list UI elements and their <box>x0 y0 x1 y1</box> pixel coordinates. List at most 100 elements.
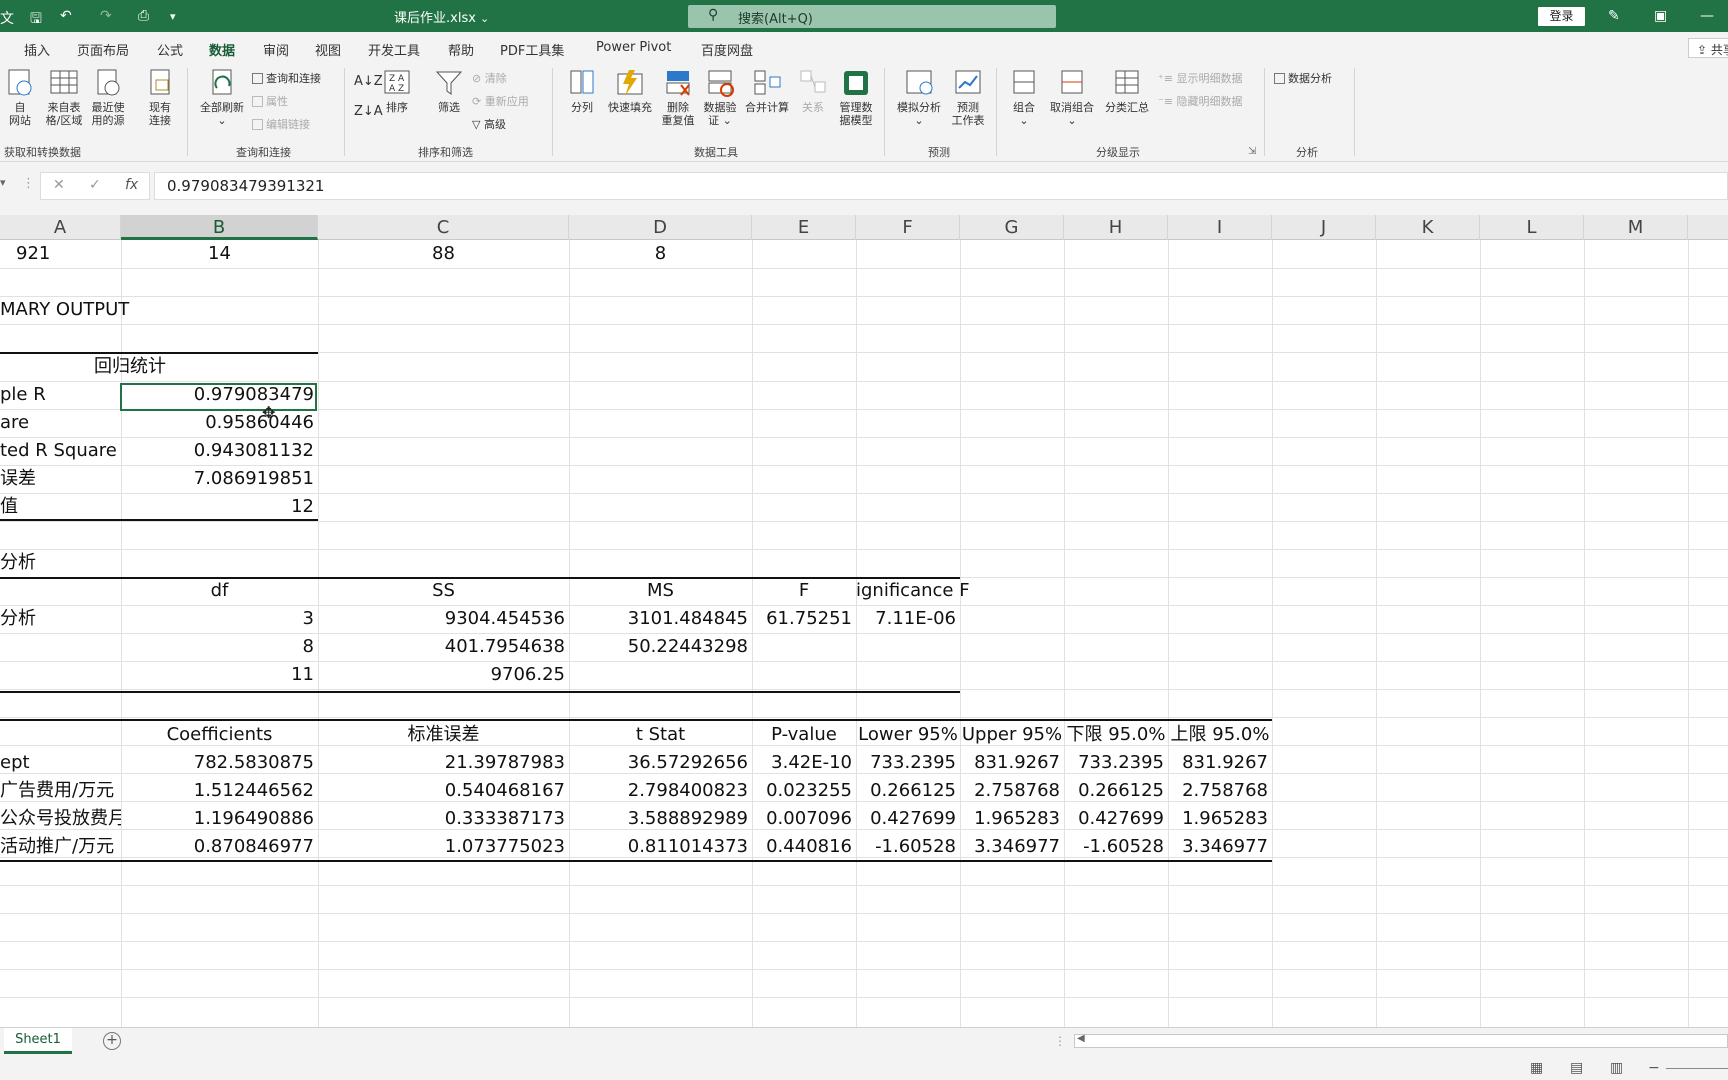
stat-label[interactable]: 误差 <box>0 465 36 493</box>
coef-std-error[interactable]: 0.333387173 <box>318 805 565 833</box>
coef-header-lower-95[interactable]: Lower 95% <box>856 721 960 749</box>
anova-ss[interactable]: 401.7954638 <box>318 633 565 661</box>
consolidate-button[interactable]: 合并计算 <box>742 68 792 114</box>
coef-value[interactable]: 0.870846977 <box>121 833 314 861</box>
coef-lower-95-0[interactable]: -1.60528 <box>1064 833 1164 861</box>
column-header-d[interactable]: D <box>569 215 752 240</box>
from-table-button[interactable]: 来自表 格/区域 <box>42 68 86 127</box>
coef-upper-95[interactable]: 3.346977 <box>960 833 1060 861</box>
login-button[interactable]: 登录 <box>1538 7 1585 26</box>
anova-f[interactable]: 61.75251 <box>752 605 852 633</box>
coef-row-label[interactable]: 活动推广/万元 <box>0 833 121 861</box>
customize-qat-icon[interactable]: ▾ <box>170 10 176 23</box>
tab-view[interactable]: 视图 <box>315 40 341 59</box>
coef-std-error[interactable]: 1.073775023 <box>318 833 565 861</box>
stat-value[interactable]: 0.943081132 <box>121 437 314 465</box>
coef-header-t-stat[interactable]: t Stat <box>569 721 752 749</box>
summary-output-label[interactable]: MARY OUTPUT <box>0 296 129 324</box>
ungroup-button[interactable]: 取消组合 ⌄ <box>1046 68 1098 127</box>
what-if-analysis-button[interactable]: 模拟分析 ⌄ <box>892 68 946 127</box>
zoom-out-icon[interactable]: − <box>1648 1060 1660 1076</box>
coef-upper-95[interactable]: 1.965283 <box>960 805 1060 833</box>
coef-value[interactable]: 1.512446562 <box>121 777 314 805</box>
print-icon[interactable]: ⎙ <box>138 8 149 24</box>
save-icon[interactable]: 🖫 <box>30 8 42 32</box>
from-web-button[interactable]: 自 网站 <box>4 68 36 127</box>
pen-icon[interactable]: ✎ <box>1608 8 1620 24</box>
column-header-f[interactable]: F <box>856 215 960 240</box>
coef-row-label[interactable]: 公众号投放费月 <box>0 805 121 833</box>
anova-header-ss[interactable]: SS <box>318 577 569 605</box>
coef-lower-95[interactable]: 733.2395 <box>856 749 956 777</box>
add-sheet-icon[interactable]: + <box>103 1032 121 1050</box>
dialog-launcher-icon[interactable]: ⇲ <box>1248 146 1256 157</box>
minimize-icon[interactable]: — <box>1700 8 1714 24</box>
formula-input[interactable]: 0.979083479391321 <box>154 172 1728 200</box>
anova-ss[interactable]: 9304.454536 <box>318 605 565 633</box>
search-box[interactable]: ⚲ 搜索(Alt+Q) <box>688 5 1056 28</box>
sheet-tab-sheet1[interactable]: Sheet1 <box>4 1028 72 1054</box>
group-button[interactable]: 组合 ⌄ <box>1006 68 1042 127</box>
tab-formulas[interactable]: 公式 <box>157 40 183 59</box>
undo-icon[interactable]: ↶ <box>60 8 72 24</box>
coef-header-upper-95-0[interactable]: 上限 95.0% <box>1168 721 1272 749</box>
coef-value[interactable]: 782.5830875 <box>121 749 314 777</box>
anova-header-significance[interactable]: ignificance F <box>856 577 970 605</box>
coef-lower-95[interactable]: 0.266125 <box>856 777 956 805</box>
relationships-button[interactable]: 关系 <box>796 68 830 114</box>
horizontal-scrollbar[interactable]: ◀ <box>1074 1033 1728 1048</box>
column-header-l[interactable]: L <box>1480 215 1584 240</box>
anova-ms[interactable]: 3101.484845 <box>569 605 748 633</box>
tab-baidu-netdisk[interactable]: 百度网盘 <box>701 40 753 59</box>
coef-p-value[interactable]: 0.440816 <box>752 833 852 861</box>
page-layout-view-icon[interactable]: ▤ <box>1570 1060 1583 1076</box>
coef-lower-95-0[interactable]: 0.427699 <box>1064 805 1164 833</box>
coef-lower-95-0[interactable]: 733.2395 <box>1064 749 1164 777</box>
clear-filter-button[interactable]: ⊘ 清除 <box>472 70 507 86</box>
anova-header-f[interactable]: F <box>752 577 856 605</box>
text-to-columns-button[interactable]: 分列 <box>564 68 600 114</box>
anova-ss[interactable]: 9706.25 <box>318 661 565 689</box>
coef-upper-95-0[interactable]: 2.758768 <box>1168 777 1268 805</box>
tab-developer[interactable]: 开发工具 <box>368 40 420 59</box>
coef-std-error[interactable]: 0.540468167 <box>318 777 565 805</box>
tab-split-handle-icon[interactable]: ⋮ <box>1054 1034 1066 1048</box>
hide-detail-button[interactable]: ⁻≡ 隐藏明细数据 <box>1158 93 1243 109</box>
edit-links-button[interactable]: 编辑链接 <box>252 116 310 132</box>
coef-row-label[interactable]: ept <box>0 749 30 777</box>
coef-header-lower-95-0[interactable]: 下限 95.0% <box>1064 721 1168 749</box>
queries-connections-button[interactable]: 查询和连接 <box>252 70 321 86</box>
file-name[interactable]: 课后作业.xlsx ⌄ <box>394 7 489 26</box>
anova-df[interactable]: 8 <box>121 633 314 661</box>
coef-t-stat[interactable]: 2.798400823 <box>569 777 748 805</box>
coef-upper-95-0[interactable]: 3.346977 <box>1168 833 1268 861</box>
anova-header-ms[interactable]: MS <box>569 577 752 605</box>
stat-label[interactable]: ted R Square <box>0 437 117 465</box>
coef-upper-95-0[interactable]: 1.965283 <box>1168 805 1268 833</box>
anova-row-label[interactable]: 分析 <box>0 605 36 633</box>
name-box-dropdown-icon[interactable]: ▾ <box>0 176 6 189</box>
coef-upper-95[interactable]: 2.758768 <box>960 777 1060 805</box>
coef-t-stat[interactable]: 3.588892989 <box>569 805 748 833</box>
column-header-h[interactable]: H <box>1064 215 1168 240</box>
stat-value[interactable]: 7.086919851 <box>121 465 314 493</box>
coef-std-error[interactable]: 21.39787983 <box>318 749 565 777</box>
column-header-e[interactable]: E <box>752 215 856 240</box>
coef-p-value[interactable]: 3.42E-10 <box>752 749 852 777</box>
cell-a1[interactable]: 921 <box>16 240 50 268</box>
manage-data-model-button[interactable]: 管理数 据模型 <box>834 68 878 127</box>
tab-pdf-tools[interactable]: PDF工具集 <box>500 40 564 59</box>
coef-header-p-value[interactable]: P-value <box>752 721 856 749</box>
tab-power-pivot[interactable]: Power Pivot <box>596 40 671 55</box>
sort-desc-button[interactable]: Z↓A <box>354 104 383 119</box>
selected-cell-b5[interactable] <box>120 383 317 411</box>
subtotal-button[interactable]: 分类汇总 <box>1100 68 1154 114</box>
filter-button[interactable]: 筛选 <box>432 68 466 114</box>
recent-sources-button[interactable]: 最近使 用的源 <box>88 68 128 127</box>
coef-t-stat[interactable]: 36.57292656 <box>569 749 748 777</box>
enter-icon[interactable]: ✓ <box>89 177 101 193</box>
coef-t-stat[interactable]: 0.811014373 <box>569 833 748 861</box>
tab-insert[interactable]: 插入 <box>24 40 50 59</box>
insert-function-icon[interactable]: fx <box>125 177 138 193</box>
column-header-m[interactable]: M <box>1584 215 1688 240</box>
